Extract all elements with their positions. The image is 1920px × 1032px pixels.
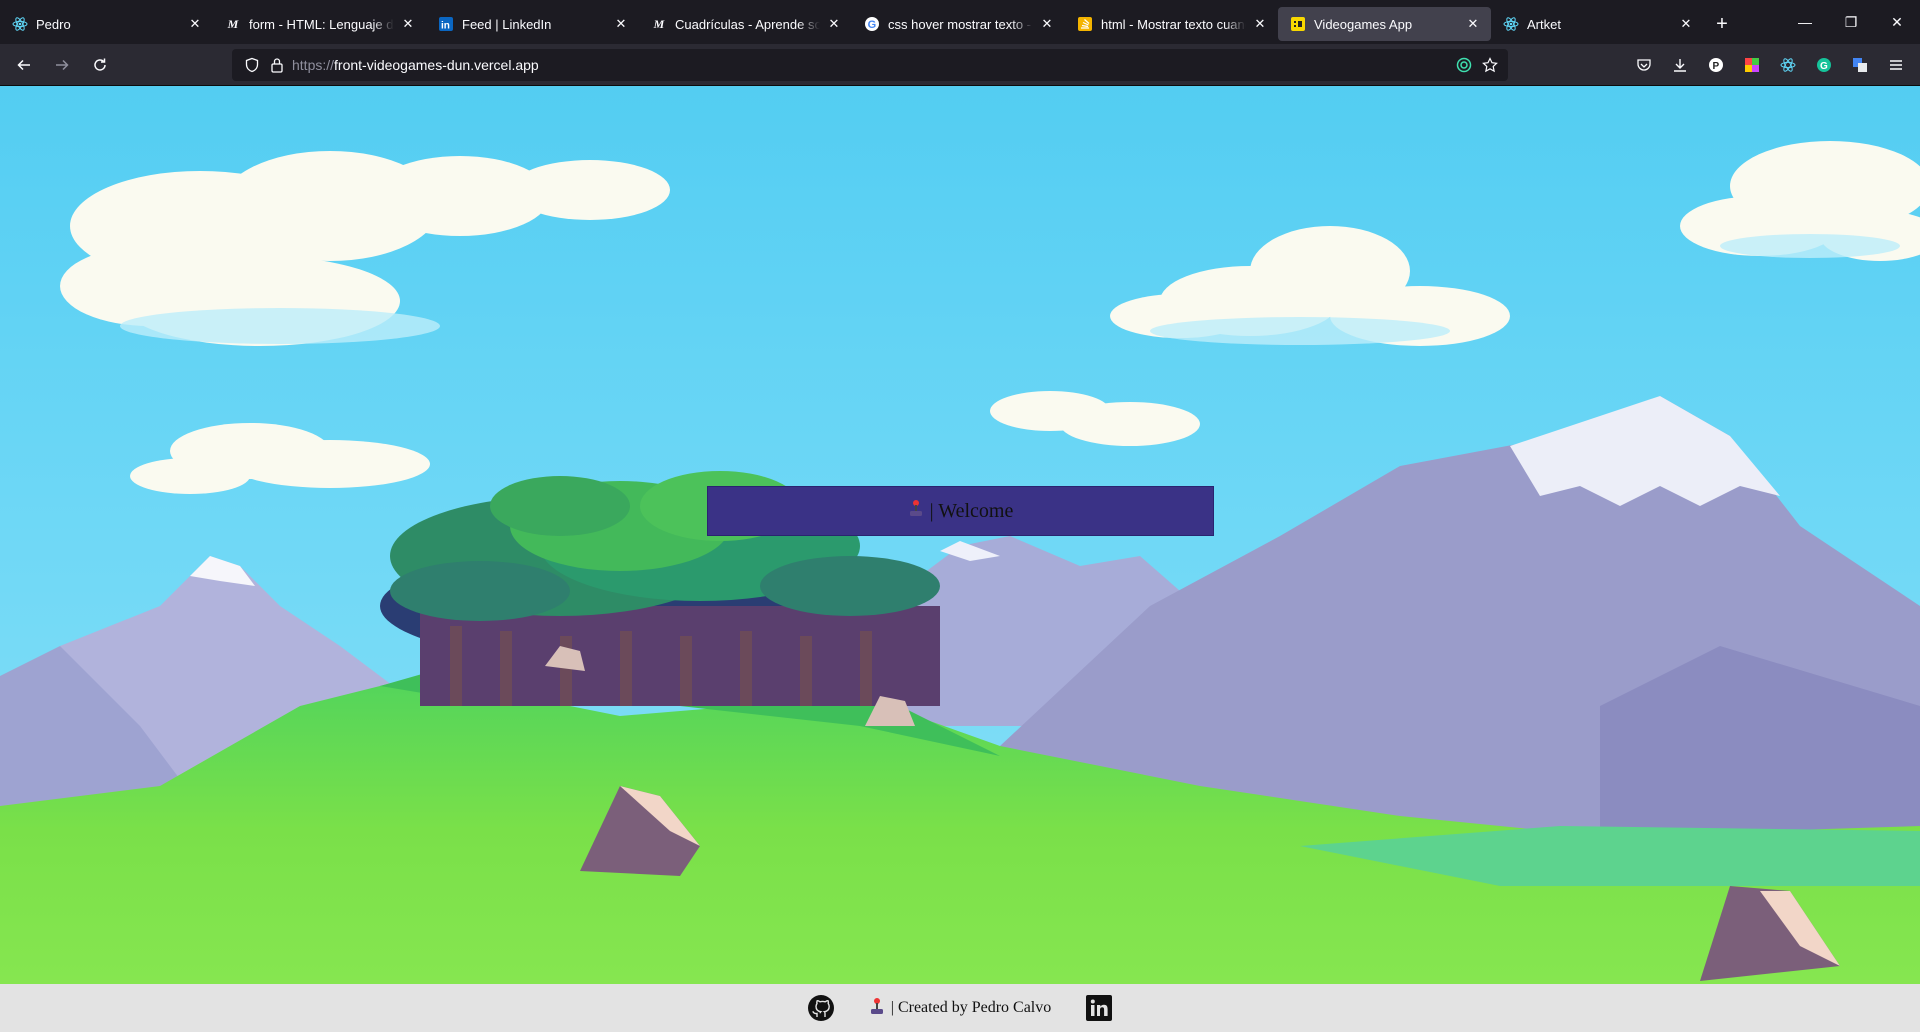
close-tab-icon[interactable]: ✕	[826, 16, 842, 32]
tab-bar: Pedro ✕ M form - HTML: Lenguaje de etiqu…	[0, 0, 1920, 44]
page-viewport: | Welcome | Created by Pedro Calvo	[0, 86, 1920, 1032]
google-icon: G	[864, 16, 880, 32]
videogames-icon	[1290, 16, 1306, 32]
minimize-icon[interactable]: —	[1782, 0, 1828, 44]
reload-icon[interactable]	[82, 49, 118, 81]
shield-icon[interactable]	[244, 57, 260, 73]
tab-title: css hover mostrar texto - Buscar	[888, 16, 1033, 32]
menu-icon[interactable]	[1878, 49, 1914, 81]
grammarly-icon[interactable]: G	[1806, 49, 1842, 81]
close-tab-icon[interactable]: ✕	[400, 16, 416, 32]
react-icon	[1503, 16, 1519, 32]
bookmark-star-icon[interactable]	[1482, 57, 1498, 73]
footer-credit-text: | Created by Pedro Calvo	[890, 999, 1052, 1016]
color-extension-icon[interactable]	[1734, 49, 1770, 81]
download-icon[interactable]	[1662, 49, 1698, 81]
close-tab-icon[interactable]: ✕	[1678, 16, 1694, 32]
close-tab-icon[interactable]: ✕	[1465, 16, 1481, 32]
close-tab-icon[interactable]: ✕	[1252, 16, 1268, 32]
tab-linkedin[interactable]: in Feed | LinkedIn ✕	[426, 7, 639, 41]
url-text[interactable]: https://front-videogames-dun.vercel.app	[292, 57, 539, 73]
svg-text:G: G	[868, 19, 877, 31]
back-icon[interactable]	[6, 49, 42, 81]
welcome-label: | Welcome	[929, 499, 1014, 522]
forward-icon[interactable]	[44, 49, 80, 81]
tab-title: Artket	[1527, 16, 1561, 32]
close-window-icon[interactable]: ✕	[1874, 0, 1920, 44]
linkedin-icon[interactable]	[1085, 994, 1113, 1022]
tab-title: Feed | LinkedIn	[462, 16, 552, 32]
page-footer: | Created by Pedro Calvo	[0, 984, 1920, 1032]
svg-text:G: G	[1820, 61, 1828, 72]
tab-stackoverflow[interactable]: html - Mostrar texto cuando ✕	[1065, 7, 1278, 41]
tab-google-search[interactable]: G css hover mostrar texto - Buscar ✕	[852, 7, 1065, 41]
profile-extension-icon[interactable]: P	[1698, 49, 1734, 81]
restore-icon[interactable]: ❐	[1828, 0, 1874, 44]
tab-title: Cuadrículas - Aprende sobre	[675, 16, 820, 32]
tab-mdn-grid[interactable]: M Cuadrículas - Aprende sobre ✕	[639, 7, 852, 41]
welcome-button[interactable]: | Welcome	[707, 486, 1214, 536]
tab-title: html - Mostrar texto cuando	[1101, 16, 1246, 32]
translate-icon[interactable]	[1842, 49, 1878, 81]
window-controls: — ❐ ✕	[1782, 0, 1920, 44]
mdn-icon: M	[653, 16, 665, 31]
tab-artket[interactable]: Artket ✕	[1491, 7, 1704, 41]
react-devtools-icon[interactable]	[1770, 49, 1806, 81]
footer-credit: | Created by Pedro Calvo	[869, 997, 1052, 1020]
tab-pedro[interactable]: Pedro ✕	[0, 7, 213, 41]
navigation-toolbar: https://front-videogames-dun.vercel.app …	[0, 44, 1920, 86]
close-tab-icon[interactable]: ✕	[1039, 16, 1055, 32]
tab-videogames-app[interactable]: Videogames App ✕	[1278, 7, 1491, 41]
joystick-icon	[908, 499, 924, 523]
svg-text:in: in	[441, 21, 450, 32]
reader-extension-icon[interactable]	[1456, 57, 1472, 73]
stackoverflow-icon	[1077, 16, 1093, 32]
linkedin-icon: in	[438, 16, 454, 32]
close-tab-icon[interactable]: ✕	[187, 16, 203, 32]
tab-mdn-form[interactable]: M form - HTML: Lenguaje de etiquetas ✕	[213, 7, 426, 41]
new-tab-button[interactable]: +	[1704, 7, 1740, 41]
svg-text:P: P	[1713, 61, 1720, 72]
close-tab-icon[interactable]: ✕	[613, 16, 629, 32]
joystick-icon	[869, 997, 885, 1020]
lock-icon[interactable]	[270, 57, 284, 73]
react-icon	[12, 16, 28, 32]
extensions-area: P G	[1626, 49, 1914, 81]
pocket-icon[interactable]	[1626, 49, 1662, 81]
tab-title: Videogames App	[1314, 16, 1413, 32]
tab-title: Pedro	[36, 16, 71, 32]
url-bar[interactable]: https://front-videogames-dun.vercel.app	[232, 49, 1508, 81]
tab-title: form - HTML: Lenguaje de etiquetas	[249, 16, 394, 32]
github-icon[interactable]	[807, 994, 835, 1022]
mdn-icon: M	[227, 16, 239, 31]
